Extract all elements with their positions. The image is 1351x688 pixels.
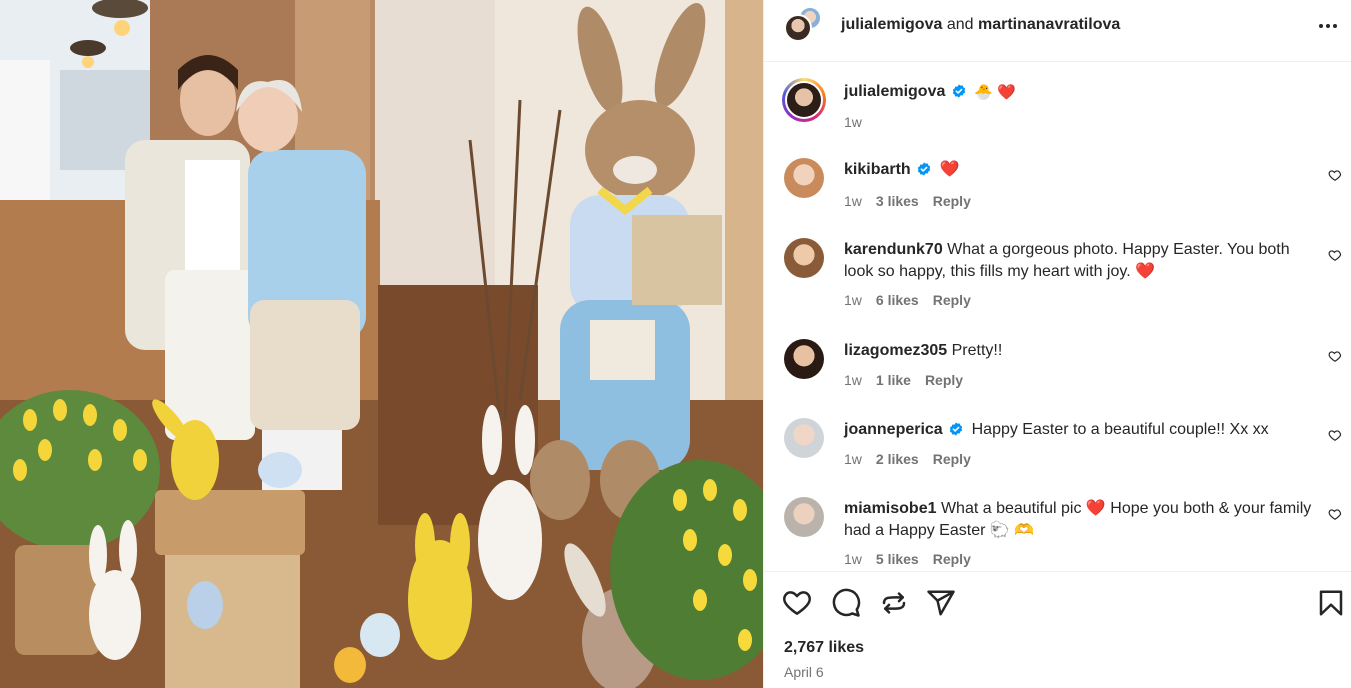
timestamp[interactable]: 1w bbox=[844, 451, 862, 467]
timestamp[interactable]: 1w bbox=[844, 114, 862, 130]
reply-button[interactable]: Reply bbox=[933, 451, 971, 467]
joiner-text: and bbox=[946, 16, 974, 33]
collab-usernames: julialemigova and martinanavratilova bbox=[841, 16, 1120, 34]
post-photo-illustration bbox=[0, 0, 763, 688]
comment-item: kikibarth ❤️ 1w 3 likes Reply bbox=[782, 158, 1342, 218]
avatar[interactable] bbox=[784, 497, 824, 537]
reply-button[interactable]: Reply bbox=[933, 292, 971, 308]
timestamp[interactable]: 1w bbox=[844, 193, 862, 209]
comment-likes[interactable]: 3 likes bbox=[876, 193, 919, 209]
username-link[interactable]: kikibarth bbox=[844, 161, 911, 178]
heart-icon[interactable] bbox=[1328, 248, 1342, 262]
collab-avatars[interactable] bbox=[784, 6, 824, 48]
share-icon[interactable] bbox=[926, 588, 956, 618]
verified-badge-icon bbox=[918, 162, 931, 176]
comment-body: Happy Easter to a beautiful couple!! Xx … bbox=[971, 421, 1269, 438]
verified-badge-icon bbox=[952, 84, 965, 98]
post-header: julialemigova and martinanavratilova bbox=[764, 0, 1351, 62]
post-image[interactable] bbox=[0, 0, 763, 688]
heart-icon[interactable] bbox=[782, 588, 812, 618]
comment-text: kikibarth ❤️ bbox=[844, 159, 1314, 181]
likes-count[interactable]: 2,767 likes bbox=[784, 639, 864, 657]
timestamp[interactable]: 1w bbox=[844, 551, 862, 567]
caption-body: julialemigova 🐣 ❤️ bbox=[844, 83, 1016, 101]
avatar[interactable] bbox=[784, 238, 824, 278]
post-date[interactable]: April 6 bbox=[784, 664, 824, 680]
username-link[interactable]: julialemigova bbox=[841, 16, 942, 33]
comment-icon[interactable] bbox=[831, 588, 861, 618]
avatar bbox=[784, 14, 812, 42]
comment-item: joanneperica Happy Easter to a beautiful… bbox=[782, 418, 1342, 478]
username-link[interactable]: lizagomez305 bbox=[844, 342, 947, 359]
heart-icon[interactable] bbox=[1328, 428, 1342, 442]
heart-icon[interactable] bbox=[1328, 349, 1342, 363]
comment-likes[interactable]: 6 likes bbox=[876, 292, 919, 308]
timestamp[interactable]: 1w bbox=[844, 292, 862, 308]
comment-body: Pretty!! bbox=[951, 342, 1003, 359]
post-actions: 2,767 likes April 6 bbox=[764, 571, 1351, 688]
comment-meta: 1w 5 likes Reply bbox=[844, 551, 971, 567]
comment-likes[interactable]: 1 like bbox=[876, 372, 911, 388]
reply-button[interactable]: Reply bbox=[925, 372, 963, 388]
avatar[interactable] bbox=[782, 78, 826, 122]
username-link[interactable]: joanneperica bbox=[844, 421, 943, 438]
comment-text: joanneperica Happy Easter to a beautiful… bbox=[844, 419, 1314, 441]
comment-item: miamisobe1 What a beautiful pic ❤️ Hope … bbox=[782, 497, 1342, 571]
comment-meta: 1w 6 likes Reply bbox=[844, 292, 971, 308]
username-link[interactable]: martinanavratilova bbox=[978, 16, 1120, 33]
more-options-icon[interactable] bbox=[1316, 14, 1340, 38]
comment-meta: 1w 2 likes Reply bbox=[844, 451, 971, 467]
comment-text: lizagomez305 Pretty!! bbox=[844, 340, 1314, 362]
username-link[interactable]: karendunk70 bbox=[844, 241, 943, 258]
avatar[interactable] bbox=[784, 158, 824, 198]
comment-text: karendunk70 What a gorgeous photo. Happy… bbox=[844, 239, 1314, 283]
heart-icon[interactable] bbox=[1328, 507, 1342, 521]
username-link[interactable]: julialemigova bbox=[844, 83, 945, 100]
reply-button[interactable]: Reply bbox=[933, 551, 971, 567]
repost-icon[interactable] bbox=[879, 588, 909, 618]
avatar[interactable] bbox=[784, 339, 824, 379]
comment-item: lizagomez305 Pretty!! 1w 1 like Reply bbox=[782, 339, 1342, 399]
comment-likes[interactable]: 2 likes bbox=[876, 451, 919, 467]
heart-icon[interactable] bbox=[1328, 168, 1342, 182]
comment-likes[interactable]: 5 likes bbox=[876, 551, 919, 567]
chick-emoji: 🐣 bbox=[974, 84, 993, 101]
username-link[interactable]: miamisobe1 bbox=[844, 500, 936, 517]
comments-list[interactable]: julialemigova 🐣 ❤️ 1w kikibarth ❤️ 1w 3 … bbox=[764, 63, 1351, 571]
comment-meta: 1w 1 like Reply bbox=[844, 372, 963, 388]
comment-meta: 1w 3 likes Reply bbox=[844, 193, 971, 209]
timestamp[interactable]: 1w bbox=[844, 372, 862, 388]
heart-emoji: ❤️ bbox=[997, 84, 1017, 101]
comment-item: karendunk70 What a gorgeous photo. Happy… bbox=[782, 238, 1342, 318]
save-icon[interactable] bbox=[1316, 588, 1346, 618]
comment-body: ❤️ bbox=[939, 161, 960, 178]
reply-button[interactable]: Reply bbox=[933, 193, 971, 209]
avatar[interactable] bbox=[784, 418, 824, 458]
post-details-panel: julialemigova and martinanavratilova jul… bbox=[763, 0, 1351, 688]
verified-badge-icon bbox=[950, 422, 963, 436]
comment-text: miamisobe1 What a beautiful pic ❤️ Hope … bbox=[844, 498, 1314, 542]
